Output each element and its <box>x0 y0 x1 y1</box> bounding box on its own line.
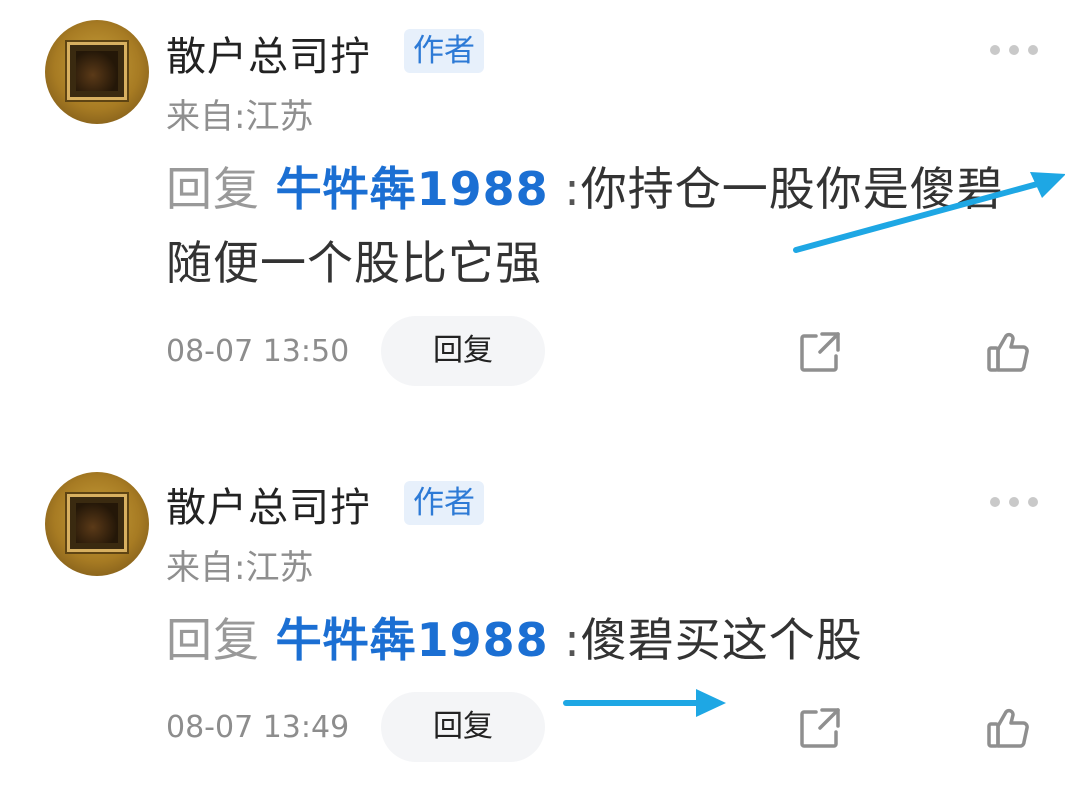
reply-button[interactable]: 回复 <box>381 692 545 762</box>
arrow-annotation <box>563 689 726 717</box>
timestamp: 08-07 13:49 <box>166 710 350 745</box>
author-name[interactable]: 散户总司拧 <box>166 475 371 533</box>
colon: : <box>564 613 581 667</box>
share-icon[interactable] <box>798 706 842 750</box>
location-label: 来自:江苏 <box>166 548 314 588</box>
comment-text: 回复 牛牪犇1988 :傻碧买这个股 <box>166 603 1026 677</box>
more-dots-icon[interactable] <box>990 496 1038 508</box>
author-badge: 作者 <box>404 481 484 525</box>
thumbs-up-icon[interactable] <box>986 706 1030 750</box>
mention-link[interactable]: 牛牪犇1988 <box>276 613 549 667</box>
reply-prefix: 回复 <box>166 613 260 667</box>
comment-body: 傻碧买这个股 <box>580 613 863 667</box>
comment-item: 散户总司拧 作者 来自:江苏 回复 牛牪犇1988 :傻碧买这个股 08-07 … <box>0 0 1065 809</box>
avatar[interactable] <box>45 472 149 576</box>
